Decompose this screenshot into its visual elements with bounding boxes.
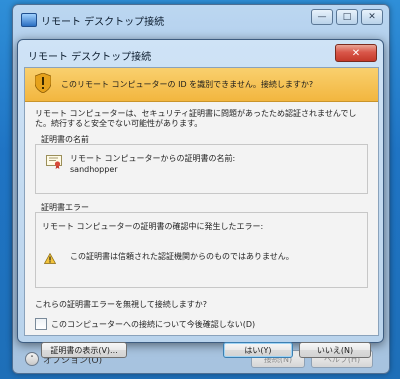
- maximize-button[interactable]: □: [336, 9, 358, 25]
- cert-error-message: この証明書は信頼された認証機関からのものではありません。: [70, 252, 294, 261]
- back-window-title: リモート デスクトップ接続: [41, 17, 165, 28]
- description-text: リモート コンピューターは、セキュリティ証明書に問題があったため認証されませんで…: [35, 109, 357, 128]
- warning-banner: このリモート コンピューターの ID を識別できません。接続しますか?: [25, 68, 378, 102]
- cert-name-group: リモート コンピューターからの証明書の名前: sandhopper: [35, 144, 368, 194]
- minimize-button[interactable]: —: [311, 9, 333, 25]
- shield-warning-icon: [35, 73, 51, 93]
- dialog-title: リモート デスクトップ接続: [28, 52, 152, 63]
- no-button[interactable]: いいえ(N): [299, 342, 371, 358]
- yes-button[interactable]: はい(Y): [223, 342, 293, 358]
- dont-ask-checkbox-label[interactable]: このコンピューターへの接続について今後確認しない(D): [51, 319, 255, 330]
- cert-error-group: リモート コンピューターの証明書の確認中に発生したエラー: この証明書は信頼され…: [35, 212, 368, 288]
- certificate-warning-dialog: リモート デスクトップ接続 ✕ このリモート コンピューターの ID を識別でき…: [17, 39, 384, 358]
- dialog-content: このリモート コンピューターの ID を識別できません。接続しますか? リモート…: [24, 67, 379, 336]
- dont-ask-checkbox[interactable]: [35, 318, 47, 330]
- cert-name-text: リモート コンピューターからの証明書の名前: sandhopper: [70, 153, 235, 175]
- back-window-titlebar[interactable]: リモート デスクトップ接続 — □ ✕: [13, 5, 389, 33]
- remote-desktop-icon: [21, 13, 37, 27]
- back-close-button[interactable]: ✕: [361, 9, 383, 25]
- cert-name-line: リモート コンピューターからの証明書の名前:: [70, 154, 236, 163]
- back-window-controls: — □ ✕: [311, 9, 383, 25]
- dialog-close-button[interactable]: ✕: [335, 44, 377, 62]
- certificate-icon: [46, 155, 62, 169]
- connect-question: これらの証明書エラーを無視して接続しますか?: [35, 300, 208, 309]
- chevron-up-icon: ˄: [25, 352, 39, 366]
- cert-hostname: sandhopper: [70, 165, 118, 174]
- warning-triangle-icon: [44, 253, 56, 264]
- banner-text: このリモート コンピューターの ID を識別できません。接続しますか?: [61, 80, 314, 89]
- view-certificate-button[interactable]: 証明書の表示(V)...: [41, 342, 127, 358]
- cert-error-intro: リモート コンピューターの証明書の確認中に発生したエラー:: [42, 222, 264, 231]
- dont-ask-checkbox-row[interactable]: このコンピューターへの接続について今後確認しない(D): [35, 318, 255, 330]
